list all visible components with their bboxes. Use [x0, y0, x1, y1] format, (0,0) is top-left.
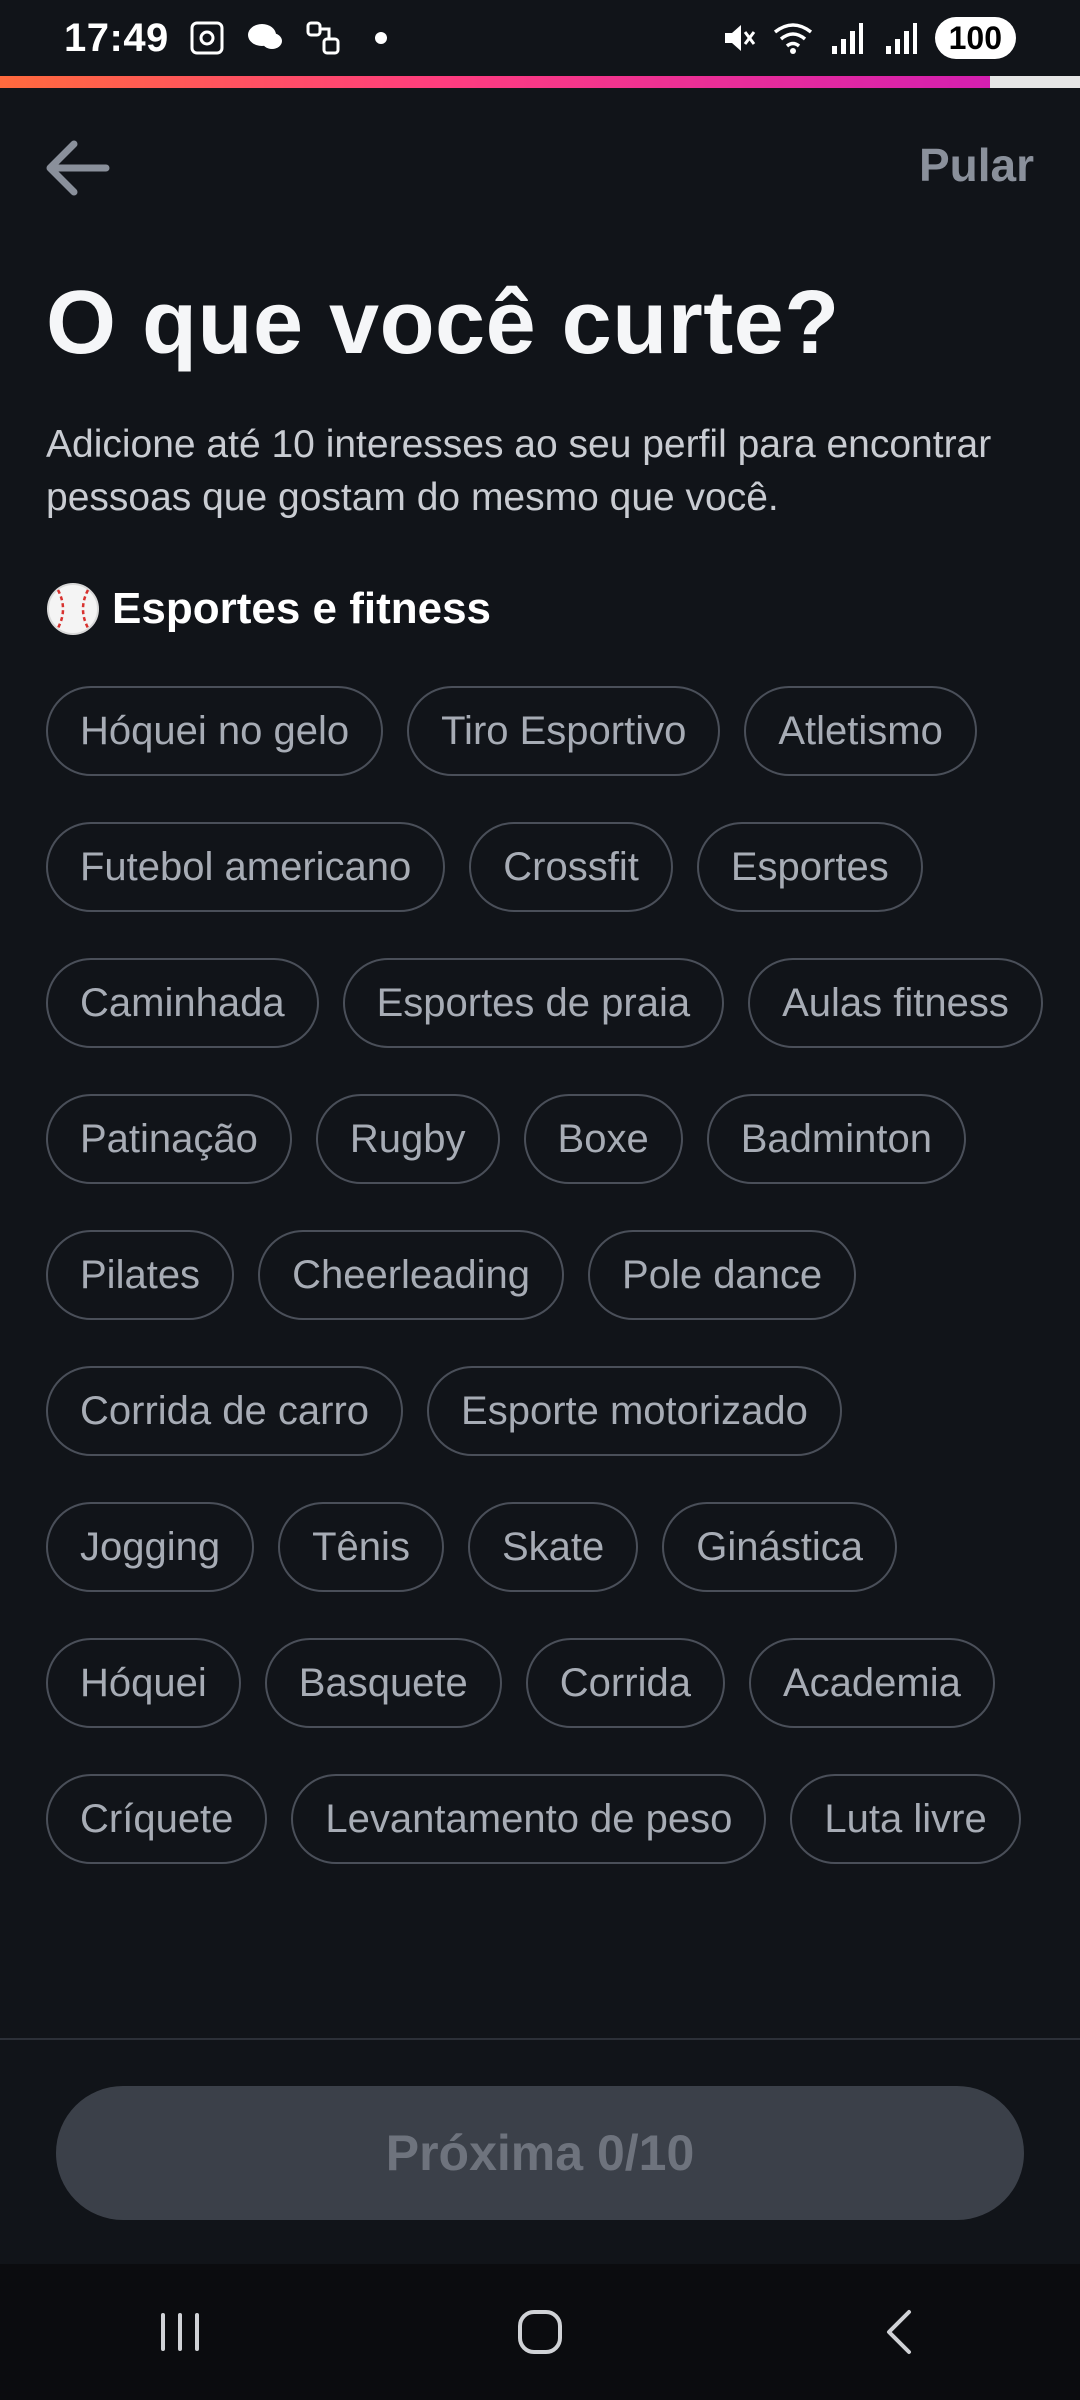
interest-chip[interactable]: Ginástica [662, 1502, 897, 1592]
next-button[interactable]: Próxima 0/10 [56, 2086, 1024, 2220]
interest-chip[interactable]: Tênis [278, 1502, 444, 1592]
status-time: 17:49 [64, 15, 169, 60]
interest-chip[interactable]: Tiro Esportivo [407, 686, 721, 776]
interest-chip[interactable]: Badminton [706, 1094, 966, 1184]
interest-chip[interactable]: Skate [467, 1502, 639, 1592]
interest-chip[interactable]: Corrida [525, 1638, 725, 1728]
interest-chip[interactable]: Aulas fitness [748, 958, 1043, 1048]
interest-chip[interactable]: Pilates [46, 1230, 235, 1320]
progress-fill [0, 76, 991, 88]
interest-chip[interactable]: Cheerleading [258, 1230, 565, 1320]
interest-chip[interactable]: Crossfit [469, 822, 673, 912]
interest-chip[interactable]: Jogging [46, 1502, 255, 1592]
battery-indicator: 100 [934, 17, 1016, 59]
interest-chip[interactable]: Atletismo [744, 686, 977, 776]
chevron-left-icon [887, 2310, 911, 2354]
interest-chip[interactable]: Pole dance [588, 1230, 857, 1320]
interest-chip[interactable]: Basquete [264, 1638, 502, 1728]
interest-chip[interactable]: Hóquei no gelo [46, 686, 384, 776]
page-subtitle: Adicione até 10 interesses ao seu perfil… [46, 423, 992, 519]
status-right: 100 [719, 17, 1016, 59]
interest-chip[interactable]: Futebol americano [46, 822, 446, 912]
onboarding-progress-bar [0, 76, 1080, 88]
system-navigation-bar [0, 2264, 1080, 2400]
arrow-left-icon [46, 140, 110, 196]
wifi-icon [773, 18, 813, 58]
skip-button[interactable]: Pular [919, 138, 1034, 192]
baseball-icon [47, 583, 99, 635]
interest-chip[interactable]: Esporte motorizado [427, 1366, 842, 1456]
interest-chip[interactable]: Academia [748, 1638, 995, 1728]
divider [0, 2038, 1080, 2040]
interest-chip[interactable]: Hóquei [46, 1638, 241, 1728]
back-button[interactable] [38, 128, 118, 208]
chat-icon [245, 18, 285, 58]
system-back-button[interactable] [840, 2282, 960, 2382]
home-button[interactable] [480, 2282, 600, 2382]
section-header: Esportes e fitness [46, 582, 491, 636]
notification-dot-icon [361, 18, 401, 58]
recent-apps-icon [161, 2313, 199, 2351]
page-title: O que você curte? [46, 273, 840, 373]
interest-chip[interactable]: Levantamento de peso [291, 1774, 767, 1864]
home-icon [518, 2310, 562, 2354]
interest-chip[interactable]: Caminhada [46, 958, 319, 1048]
mute-icon [719, 18, 759, 58]
interest-chip[interactable]: Esportes de praia [342, 958, 725, 1048]
interest-chip[interactable]: Esportes [696, 822, 923, 912]
interest-chip[interactable]: Críquete [46, 1774, 268, 1864]
interest-chip[interactable]: Boxe [523, 1094, 683, 1184]
interest-chip[interactable]: Corrida de carro [46, 1366, 404, 1456]
signal-icon [827, 18, 867, 58]
screenshot-icon [187, 18, 227, 58]
status-bar: 17:49 100 [0, 0, 1080, 76]
section-title: Esportes e fitness [112, 584, 492, 633]
signal-icon-2 [881, 18, 921, 58]
interest-chip[interactable]: Patinação [46, 1094, 292, 1184]
status-left: 17:49 [64, 16, 401, 61]
interest-chip[interactable]: Luta livre [790, 1774, 1021, 1864]
recent-apps-button[interactable] [120, 2282, 240, 2382]
link-icon [303, 18, 343, 58]
interest-chip[interactable]: Rugby [315, 1094, 500, 1184]
interest-chip-list: Hóquei no gelo Tiro Esportivo Atletismo Fut… [46, 686, 1046, 1864]
